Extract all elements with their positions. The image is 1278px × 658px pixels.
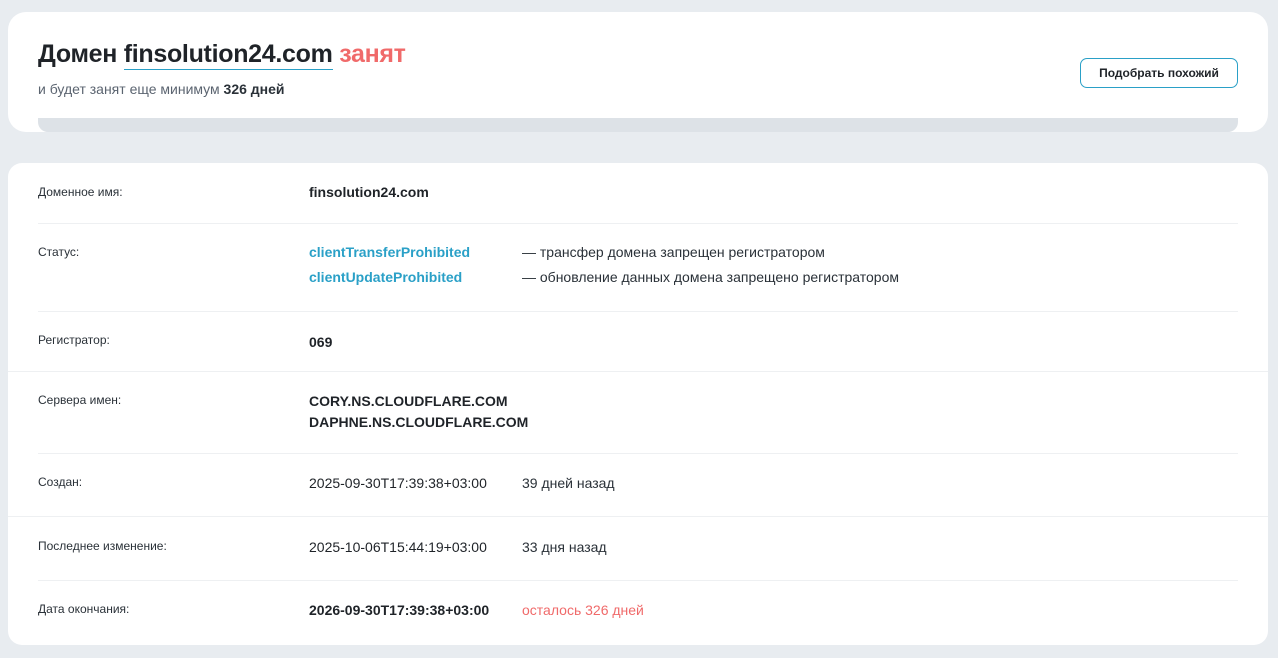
value-updated: 2025-10-06T15:44:19+03:00	[309, 539, 487, 555]
row-status: Статус: clientTransferProhibited — транс…	[8, 223, 1268, 311]
status-code-link[interactable]: clientUpdateProhibited	[309, 269, 462, 285]
label-registrar: Регистратор:	[38, 333, 110, 347]
busy-duration-text: и будет занят еще минимум 326 дней	[38, 81, 285, 97]
label-created: Создан:	[38, 475, 83, 489]
expires-remaining: осталось 326 дней	[522, 602, 644, 618]
card-shadow-strip	[38, 118, 1238, 132]
label-nameservers: Сервера имен:	[38, 393, 122, 407]
status-item-transfer: clientTransferProhibited	[309, 244, 470, 260]
label-expires: Дата окончания:	[38, 602, 130, 616]
domain-name-link[interactable]: finsolution24.com	[123, 40, 333, 70]
created-ago: 39 дней назад	[522, 475, 615, 491]
value-created: 2025-09-30T17:39:38+03:00	[309, 475, 487, 491]
label-domain-name: Доменное имя:	[38, 185, 123, 199]
status-code-link[interactable]: clientTransferProhibited	[309, 244, 470, 260]
row-domain-name: Доменное имя: finsolution24.com	[8, 163, 1268, 223]
days-left: 326 дней	[223, 81, 285, 97]
domain-status-word: занят	[339, 40, 406, 68]
domain-summary-card: Домен finsolution24.com занят и будет за…	[8, 12, 1268, 132]
subtitle-prefix: и будет занят еще минимум	[38, 81, 220, 97]
find-similar-button[interactable]: Подобрать похожий	[1080, 58, 1238, 88]
row-created: Создан: 2025-09-30T17:39:38+03:00 39 дне…	[8, 453, 1268, 516]
row-expires: Дата окончания: 2026-09-30T17:39:38+03:0…	[8, 580, 1268, 645]
status-description: — обновление данных домена запрещено рег…	[522, 269, 899, 285]
page-title: Домен finsolution24.com занят	[38, 40, 406, 70]
value-expires: 2026-09-30T17:39:38+03:00	[309, 602, 490, 618]
nameserver-item: CORY.NS.CLOUDFLARE.COM	[309, 393, 508, 409]
value-domain-name: finsolution24.com	[309, 184, 429, 200]
title-prefix: Домен	[38, 40, 118, 68]
value-registrar: 069	[309, 334, 333, 350]
updated-ago: 33 дня назад	[522, 539, 607, 555]
status-description: — трансфер домена запрещен регистратором	[522, 244, 825, 260]
label-status: Статус:	[38, 245, 80, 259]
nameserver-item: DAPHNE.NS.CLOUDFLARE.COM	[309, 414, 529, 430]
whois-details-card: Доменное имя: finsolution24.com Статус: …	[8, 163, 1268, 645]
row-updated: Последнее изменение: 2025-10-06T15:44:19…	[8, 516, 1268, 580]
row-nameservers: Сервера имен: CORY.NS.CLOUDFLARE.COM DAP…	[8, 371, 1268, 453]
label-updated: Последнее изменение:	[38, 539, 167, 553]
status-item-update: clientUpdateProhibited	[309, 269, 462, 285]
row-registrar: Регистратор: 069	[8, 311, 1268, 371]
